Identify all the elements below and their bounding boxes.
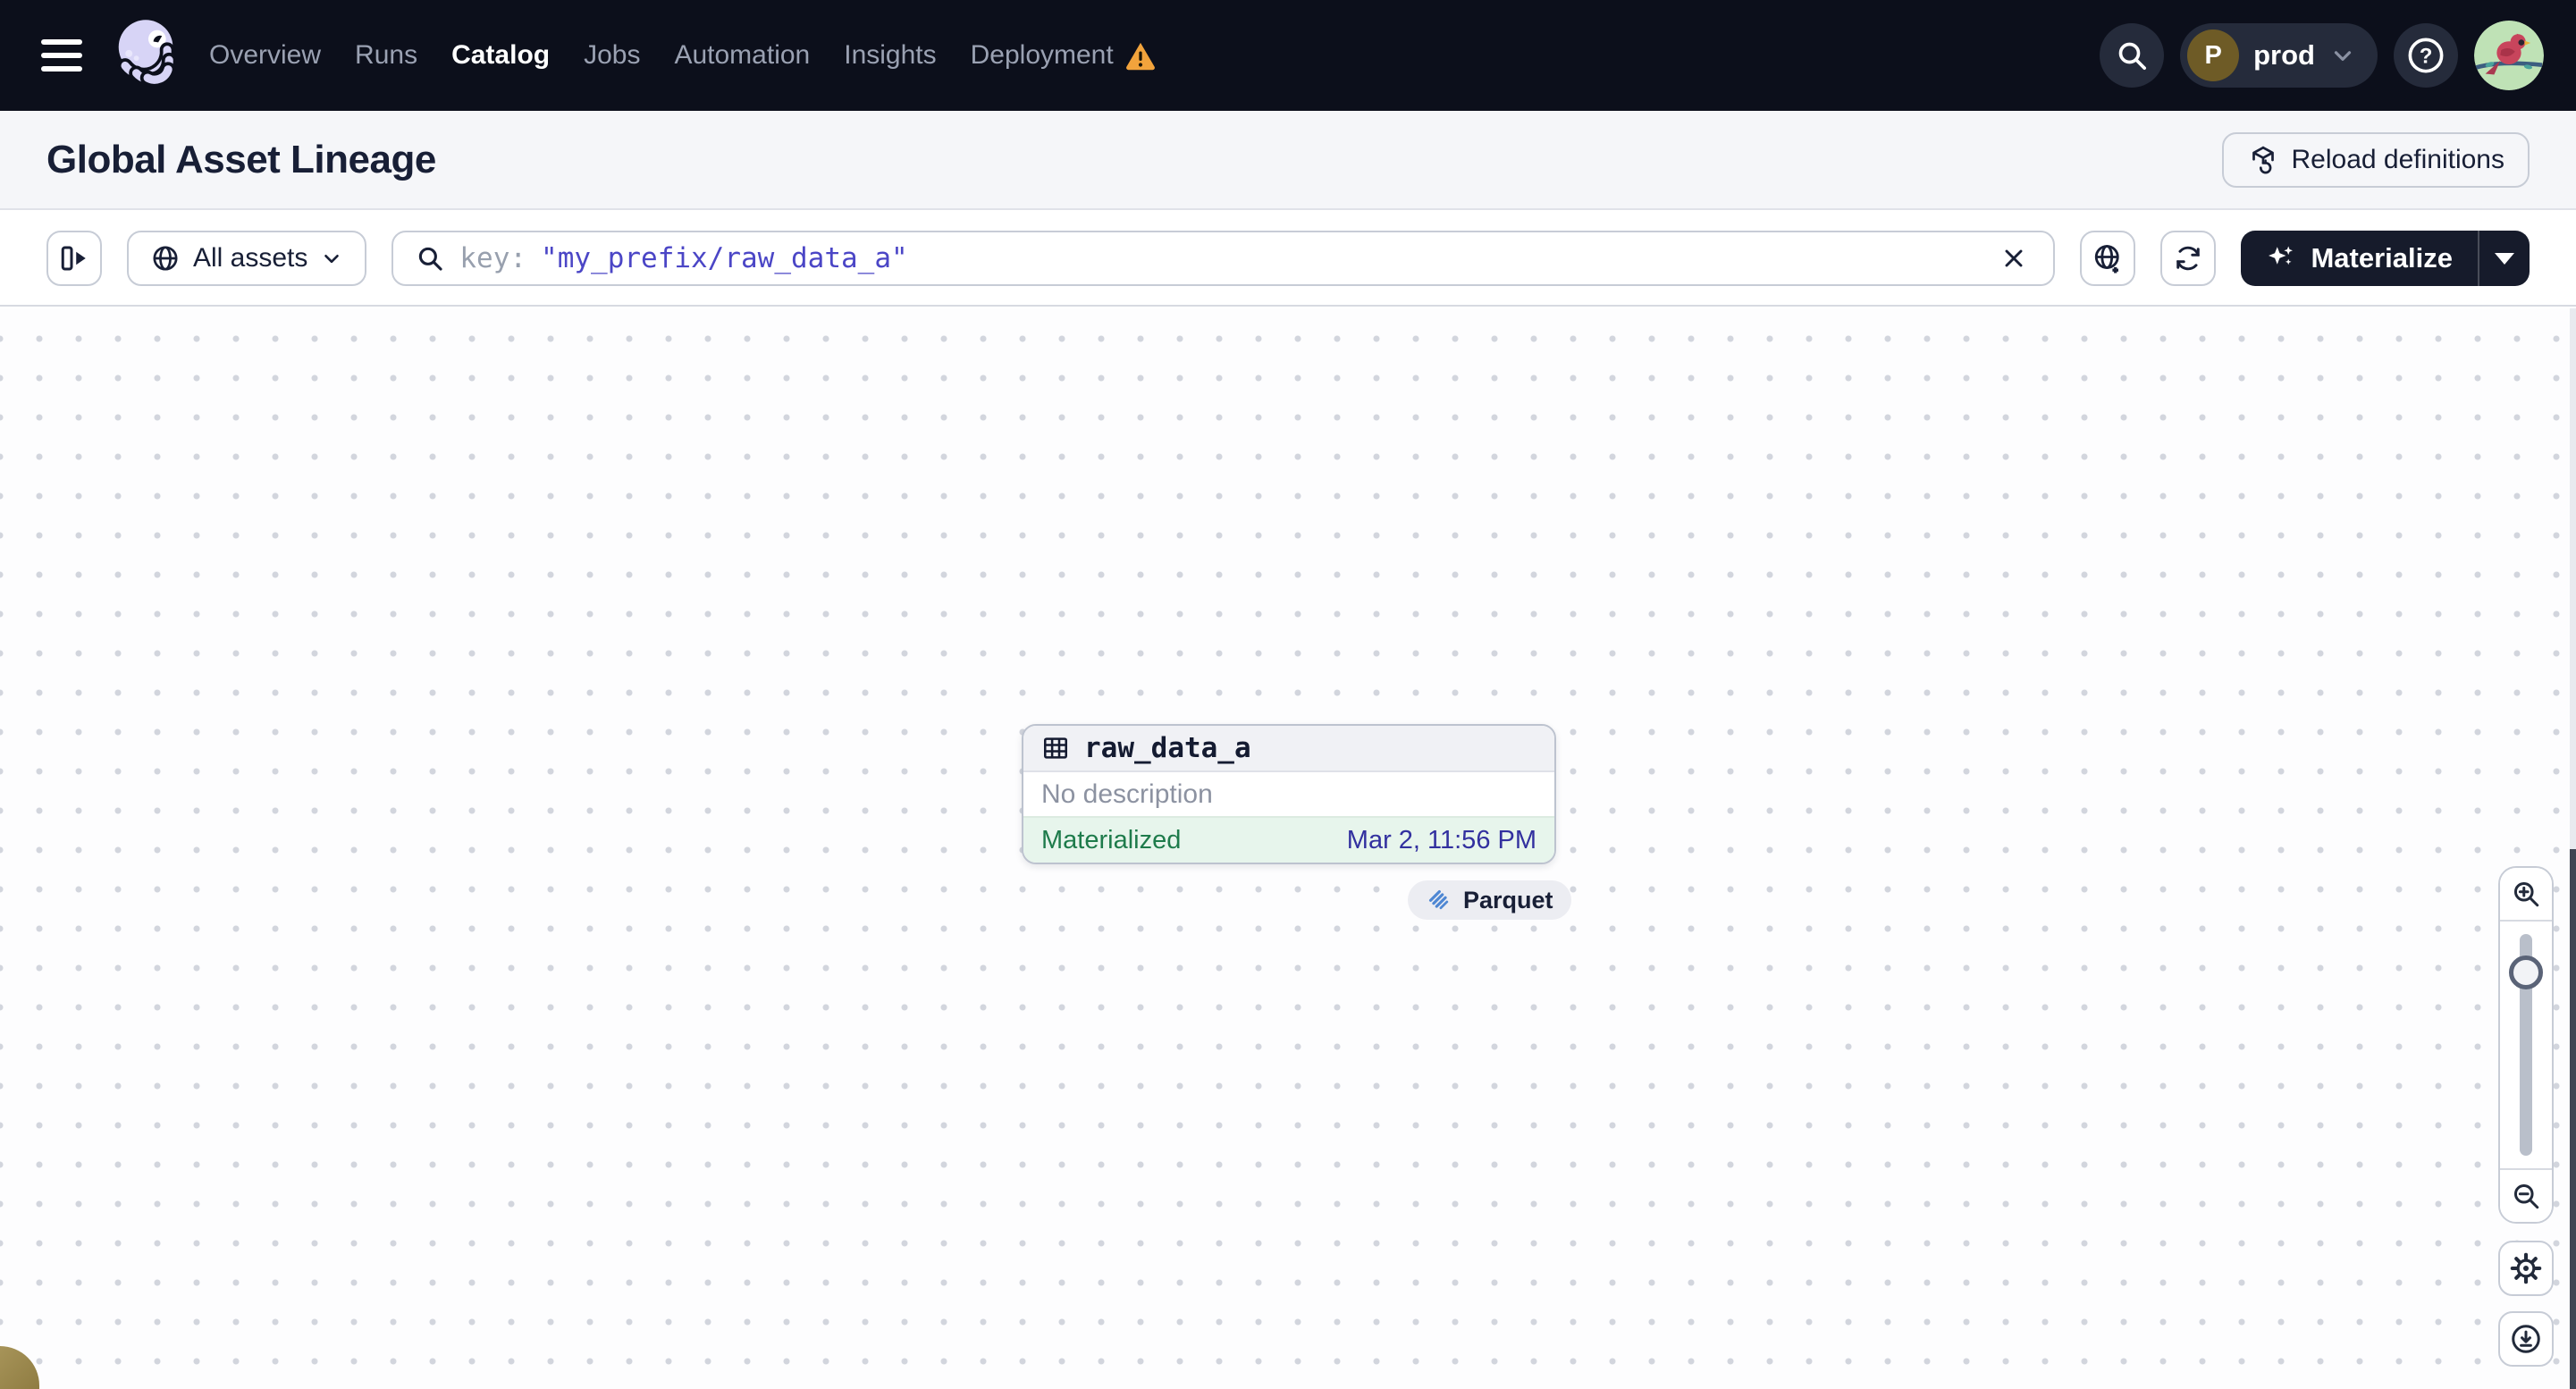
env-name: prod (2253, 39, 2315, 71)
reload-definitions-label: Reload definitions (2291, 144, 2505, 174)
help-icon: ? (2405, 35, 2446, 76)
zoom-slider[interactable] (2500, 922, 2552, 1168)
zoom-in-button[interactable] (2500, 868, 2552, 922)
materialize-split-button: Materialize (2241, 231, 2530, 286)
materialize-icon (2266, 242, 2298, 274)
nav-jobs[interactable]: Jobs (584, 40, 640, 71)
primary-nav: Overview Runs Catalog Jobs Automation In… (209, 39, 1157, 72)
graph-scrollbar-thumb[interactable] (2570, 849, 2576, 1389)
asset-node-header: raw_data_a (1023, 726, 1554, 772)
chevron-down-icon (320, 247, 343, 270)
add-to-scope-button[interactable] (2080, 231, 2136, 286)
panel-toggle-icon (58, 242, 90, 274)
toast-corner (0, 1346, 39, 1389)
lineage-graph-canvas[interactable]: raw_data_a No description Materialized M… (0, 308, 2576, 1389)
chevron-down-icon (2329, 42, 2356, 69)
asset-scope-dropdown[interactable]: All assets (127, 231, 367, 286)
nav-runs[interactable]: Runs (355, 40, 417, 71)
search-icon (2114, 38, 2150, 73)
chevron-down-icon (2495, 252, 2514, 265)
nav-catalog[interactable]: Catalog (451, 40, 550, 71)
page-header: Global Asset Lineage Reload definitions (0, 111, 2576, 210)
table-icon (1041, 734, 1070, 762)
env-avatar: P (2187, 29, 2240, 81)
kind-tag-parquet[interactable]: Parquet (1408, 880, 1571, 920)
nav-insights[interactable]: Insights (844, 40, 936, 71)
global-search-button[interactable] (2100, 23, 2165, 88)
menu-icon (41, 39, 82, 72)
menu-button[interactable] (32, 30, 91, 80)
graph-settings-button[interactable] (2498, 1241, 2554, 1296)
search-icon (415, 243, 445, 274)
open-asset-list-button[interactable] (46, 231, 102, 286)
parquet-icon (1426, 887, 1452, 913)
help-button[interactable]: ? (2394, 23, 2458, 88)
materialize-button[interactable]: Materialize (2241, 231, 2478, 286)
warning-icon (1124, 39, 1157, 72)
zoom-slider-thumb[interactable] (2509, 955, 2543, 989)
dagster-app: Overview Runs Catalog Jobs Automation In… (0, 0, 2576, 1389)
asset-status-row: Materialized Mar 2, 11:56 PM (1023, 816, 1554, 863)
asset-name: raw_data_a (1084, 732, 1251, 764)
asset-status-label: Materialized (1041, 825, 1182, 854)
asset-description: No description (1023, 772, 1554, 816)
clear-icon (1999, 244, 2028, 273)
reload-definitions-button[interactable]: Reload definitions (2221, 131, 2530, 188)
asset-materialized-timestamp[interactable]: Mar 2, 11:56 PM (1347, 826, 1536, 855)
clear-search-button[interactable] (1996, 240, 2032, 276)
kind-tag-label: Parquet (1463, 886, 1553, 913)
asset-search-input[interactable]: key: "my_prefix/raw_data_a" (391, 231, 2056, 286)
topnav-right: P prod ? (2100, 21, 2544, 90)
reload-icon (2247, 144, 2279, 176)
nav-overview[interactable]: Overview (209, 40, 321, 71)
nav-deployment[interactable]: Deployment (971, 39, 1157, 72)
nav-deployment-label: Deployment (970, 40, 1114, 70)
asset-scope-label: All assets (193, 243, 308, 273)
page-title: Global Asset Lineage (46, 137, 436, 181)
add-scope-icon (2092, 242, 2124, 274)
download-icon (2509, 1322, 2543, 1356)
svg-text:?: ? (2420, 44, 2433, 68)
zoom-out-icon (2510, 1180, 2542, 1212)
top-navigation: Overview Runs Catalog Jobs Automation In… (0, 0, 2576, 111)
settings-icon (2509, 1251, 2543, 1285)
globe-icon (150, 243, 181, 274)
zoom-controls (2498, 866, 2554, 1224)
search-query-prefix: key: (459, 242, 527, 274)
materialize-label: Materialize (2311, 242, 2453, 274)
user-avatar[interactable] (2474, 21, 2544, 90)
deployment-switcher[interactable]: P prod (2180, 23, 2378, 88)
download-graph-button[interactable] (2498, 1311, 2554, 1367)
search-query-value: "my_prefix/raw_data_a" (541, 242, 908, 274)
refresh-button[interactable] (2160, 231, 2217, 286)
zoom-in-icon (2510, 878, 2542, 910)
refresh-icon (2172, 242, 2204, 274)
dagster-logo[interactable] (104, 14, 186, 97)
asset-node-raw-data-a[interactable]: raw_data_a No description Materialized M… (1022, 724, 1556, 864)
zoom-out-button[interactable] (2500, 1168, 2552, 1222)
materialize-options-button[interactable] (2479, 231, 2530, 286)
nav-automation[interactable]: Automation (674, 40, 810, 71)
lineage-toolbar: All assets key: "my_prefix/raw_data_a" M… (0, 212, 2576, 307)
